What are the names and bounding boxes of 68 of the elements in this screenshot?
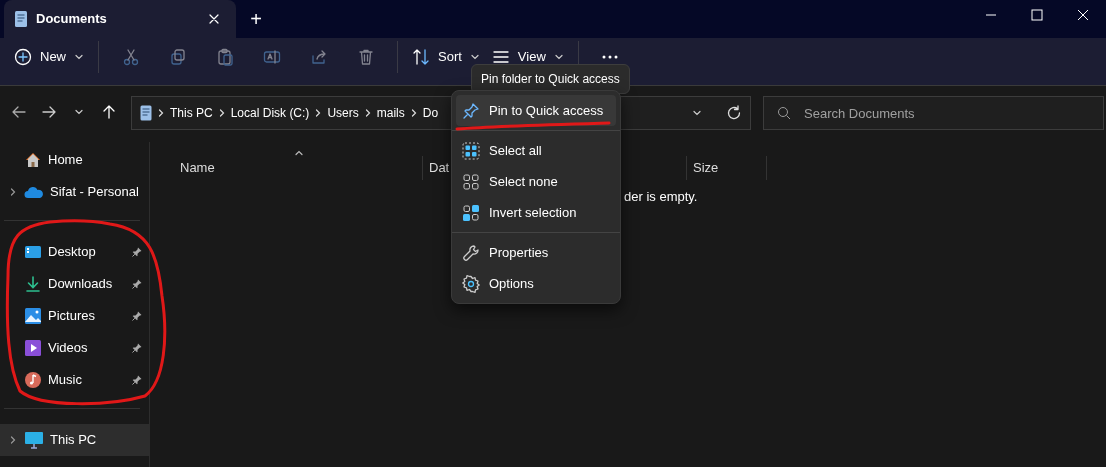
- sidebar-item[interactable]: Home: [0, 144, 150, 176]
- up-arrow-icon: [101, 104, 117, 120]
- menu-item[interactable]: Properties: [456, 237, 616, 268]
- refresh-icon: [726, 105, 742, 121]
- breadcrumb[interactable]: This PC: [170, 104, 213, 122]
- chevron-down-icon: [74, 107, 84, 117]
- pin-icon: [132, 343, 142, 353]
- image-icon: [24, 307, 42, 325]
- breadcrumb[interactable]: Do: [422, 104, 439, 122]
- sidebar-item[interactable]: Videos: [0, 332, 150, 364]
- gear-icon: [462, 274, 480, 293]
- chevron-right-icon: [8, 187, 18, 197]
- empty-folder-message: der is empty.: [624, 189, 698, 204]
- more-icon: [602, 54, 619, 59]
- chevron-right-icon: [156, 108, 166, 118]
- home-icon: [24, 151, 42, 169]
- search-field[interactable]: Search Documents: [763, 96, 1104, 130]
- close-icon: [1077, 9, 1089, 21]
- select-none-icon: [462, 172, 480, 191]
- column-header[interactable]: Size: [693, 158, 719, 178]
- chevron-right-icon: [8, 435, 18, 445]
- sidebar-item[interactable]: Downloads: [0, 268, 150, 300]
- column-header[interactable]: Dat: [429, 158, 450, 178]
- menu-item[interactable]: Select all: [456, 135, 616, 166]
- new-tab-button[interactable]: +: [236, 4, 276, 34]
- breadcrumb[interactable]: Local Disk (C:): [230, 104, 310, 122]
- sidebar-item[interactable]: Sifat - Personal: [0, 176, 150, 208]
- back-arrow-icon: [11, 104, 27, 120]
- document-icon: [14, 10, 28, 28]
- sidebar-item[interactable]: Desktop: [0, 236, 150, 268]
- breadcrumb[interactable]: Users: [327, 104, 359, 122]
- paste-icon: [215, 47, 234, 66]
- music-icon: [24, 371, 42, 389]
- close-icon: [209, 14, 219, 24]
- video-icon: [24, 339, 42, 357]
- select-all-icon: [462, 141, 480, 160]
- computer-icon: [24, 431, 44, 449]
- new-button[interactable]: New: [8, 38, 90, 75]
- pin-icon: [132, 279, 142, 289]
- wrench-icon: [462, 243, 480, 262]
- search-icon: [777, 106, 791, 120]
- maximize-icon: [1031, 9, 1043, 21]
- menu-item[interactable]: Invert selection: [456, 197, 616, 228]
- breadcrumb[interactable]: mails: [376, 104, 405, 122]
- pin-icon: [132, 311, 142, 321]
- desktop-icon: [24, 244, 42, 260]
- forward-arrow-icon: [41, 104, 57, 120]
- chevron-down-icon: [692, 108, 702, 118]
- pin-icon: [132, 247, 142, 257]
- tab-title: Documents: [36, 10, 108, 29]
- sidebar-item[interactable]: Pictures: [0, 300, 150, 332]
- sort-icon: [412, 47, 430, 66]
- menu-item[interactable]: Pin to Quick access: [456, 95, 616, 126]
- add-icon: [14, 47, 32, 66]
- cloud-icon: [24, 185, 44, 199]
- pin-icon: [132, 375, 142, 385]
- pin-icon: [462, 101, 480, 120]
- invert-selection-icon: [462, 203, 480, 222]
- menu-item[interactable]: Select none: [456, 166, 616, 197]
- sidebar-item[interactable]: This PC: [0, 424, 150, 456]
- sort-ascending-icon: [294, 148, 304, 158]
- column-header[interactable]: Name: [180, 158, 215, 178]
- cut-icon: [121, 47, 140, 66]
- download-icon: [24, 275, 42, 293]
- sidebar-item[interactable]: Music: [0, 364, 150, 396]
- copy-icon: [168, 47, 187, 66]
- menu-item[interactable]: Options: [456, 268, 616, 299]
- document-icon: [140, 105, 152, 121]
